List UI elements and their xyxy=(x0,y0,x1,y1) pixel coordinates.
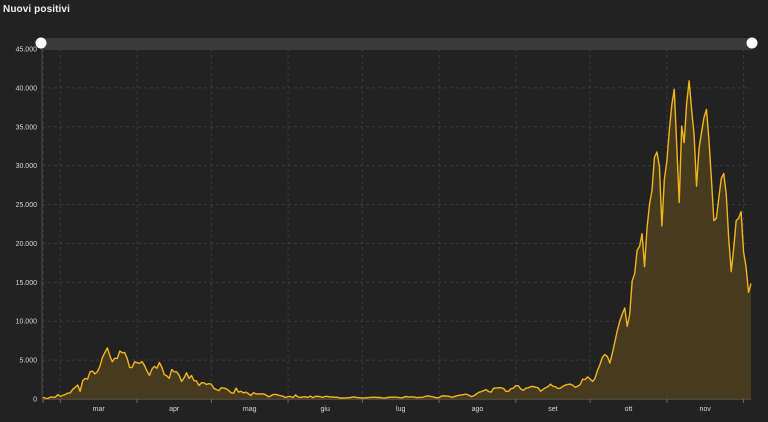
range-slider-handle-left[interactable] xyxy=(35,37,47,49)
x-tick-label: ago xyxy=(472,406,484,413)
x-tick-label: apr xyxy=(169,406,180,413)
y-tick-label: 5.000 xyxy=(19,358,37,365)
x-tick-label: giu xyxy=(321,406,330,413)
y-tick-label: 10.000 xyxy=(16,319,38,326)
x-tick-label: mag xyxy=(243,406,257,413)
x-tick-label: set xyxy=(548,406,557,413)
y-tick-label: 25.000 xyxy=(16,202,38,209)
series-layer xyxy=(42,80,752,400)
y-tick-label: 40.000 xyxy=(16,85,38,92)
y-tick-label: 35.000 xyxy=(16,124,38,131)
x-tick-label: mar xyxy=(93,406,106,413)
series-area xyxy=(43,80,751,400)
y-tick-label: 20.000 xyxy=(16,241,38,248)
y-tick-label: 15.000 xyxy=(16,280,38,287)
x-tick-label: ott xyxy=(625,406,633,413)
x-tick-label: nov xyxy=(700,406,712,413)
y-tick-label: 30.000 xyxy=(16,163,38,170)
range-slider-track[interactable] xyxy=(40,38,752,50)
x-tick-label: lug xyxy=(396,406,405,413)
y-tick-label: 0 xyxy=(33,397,37,404)
area-chart: 0 5.000 10.000 15.000 20.000 25.000 30.000 35.0… xyxy=(16,37,758,413)
range-slider-handle-right[interactable] xyxy=(746,37,758,49)
y-tick-label: 45.000 xyxy=(16,47,38,54)
chart-panel: Nuovi positivi 0 5.000 10.000 15.000 20.000 2… xyxy=(0,0,768,422)
